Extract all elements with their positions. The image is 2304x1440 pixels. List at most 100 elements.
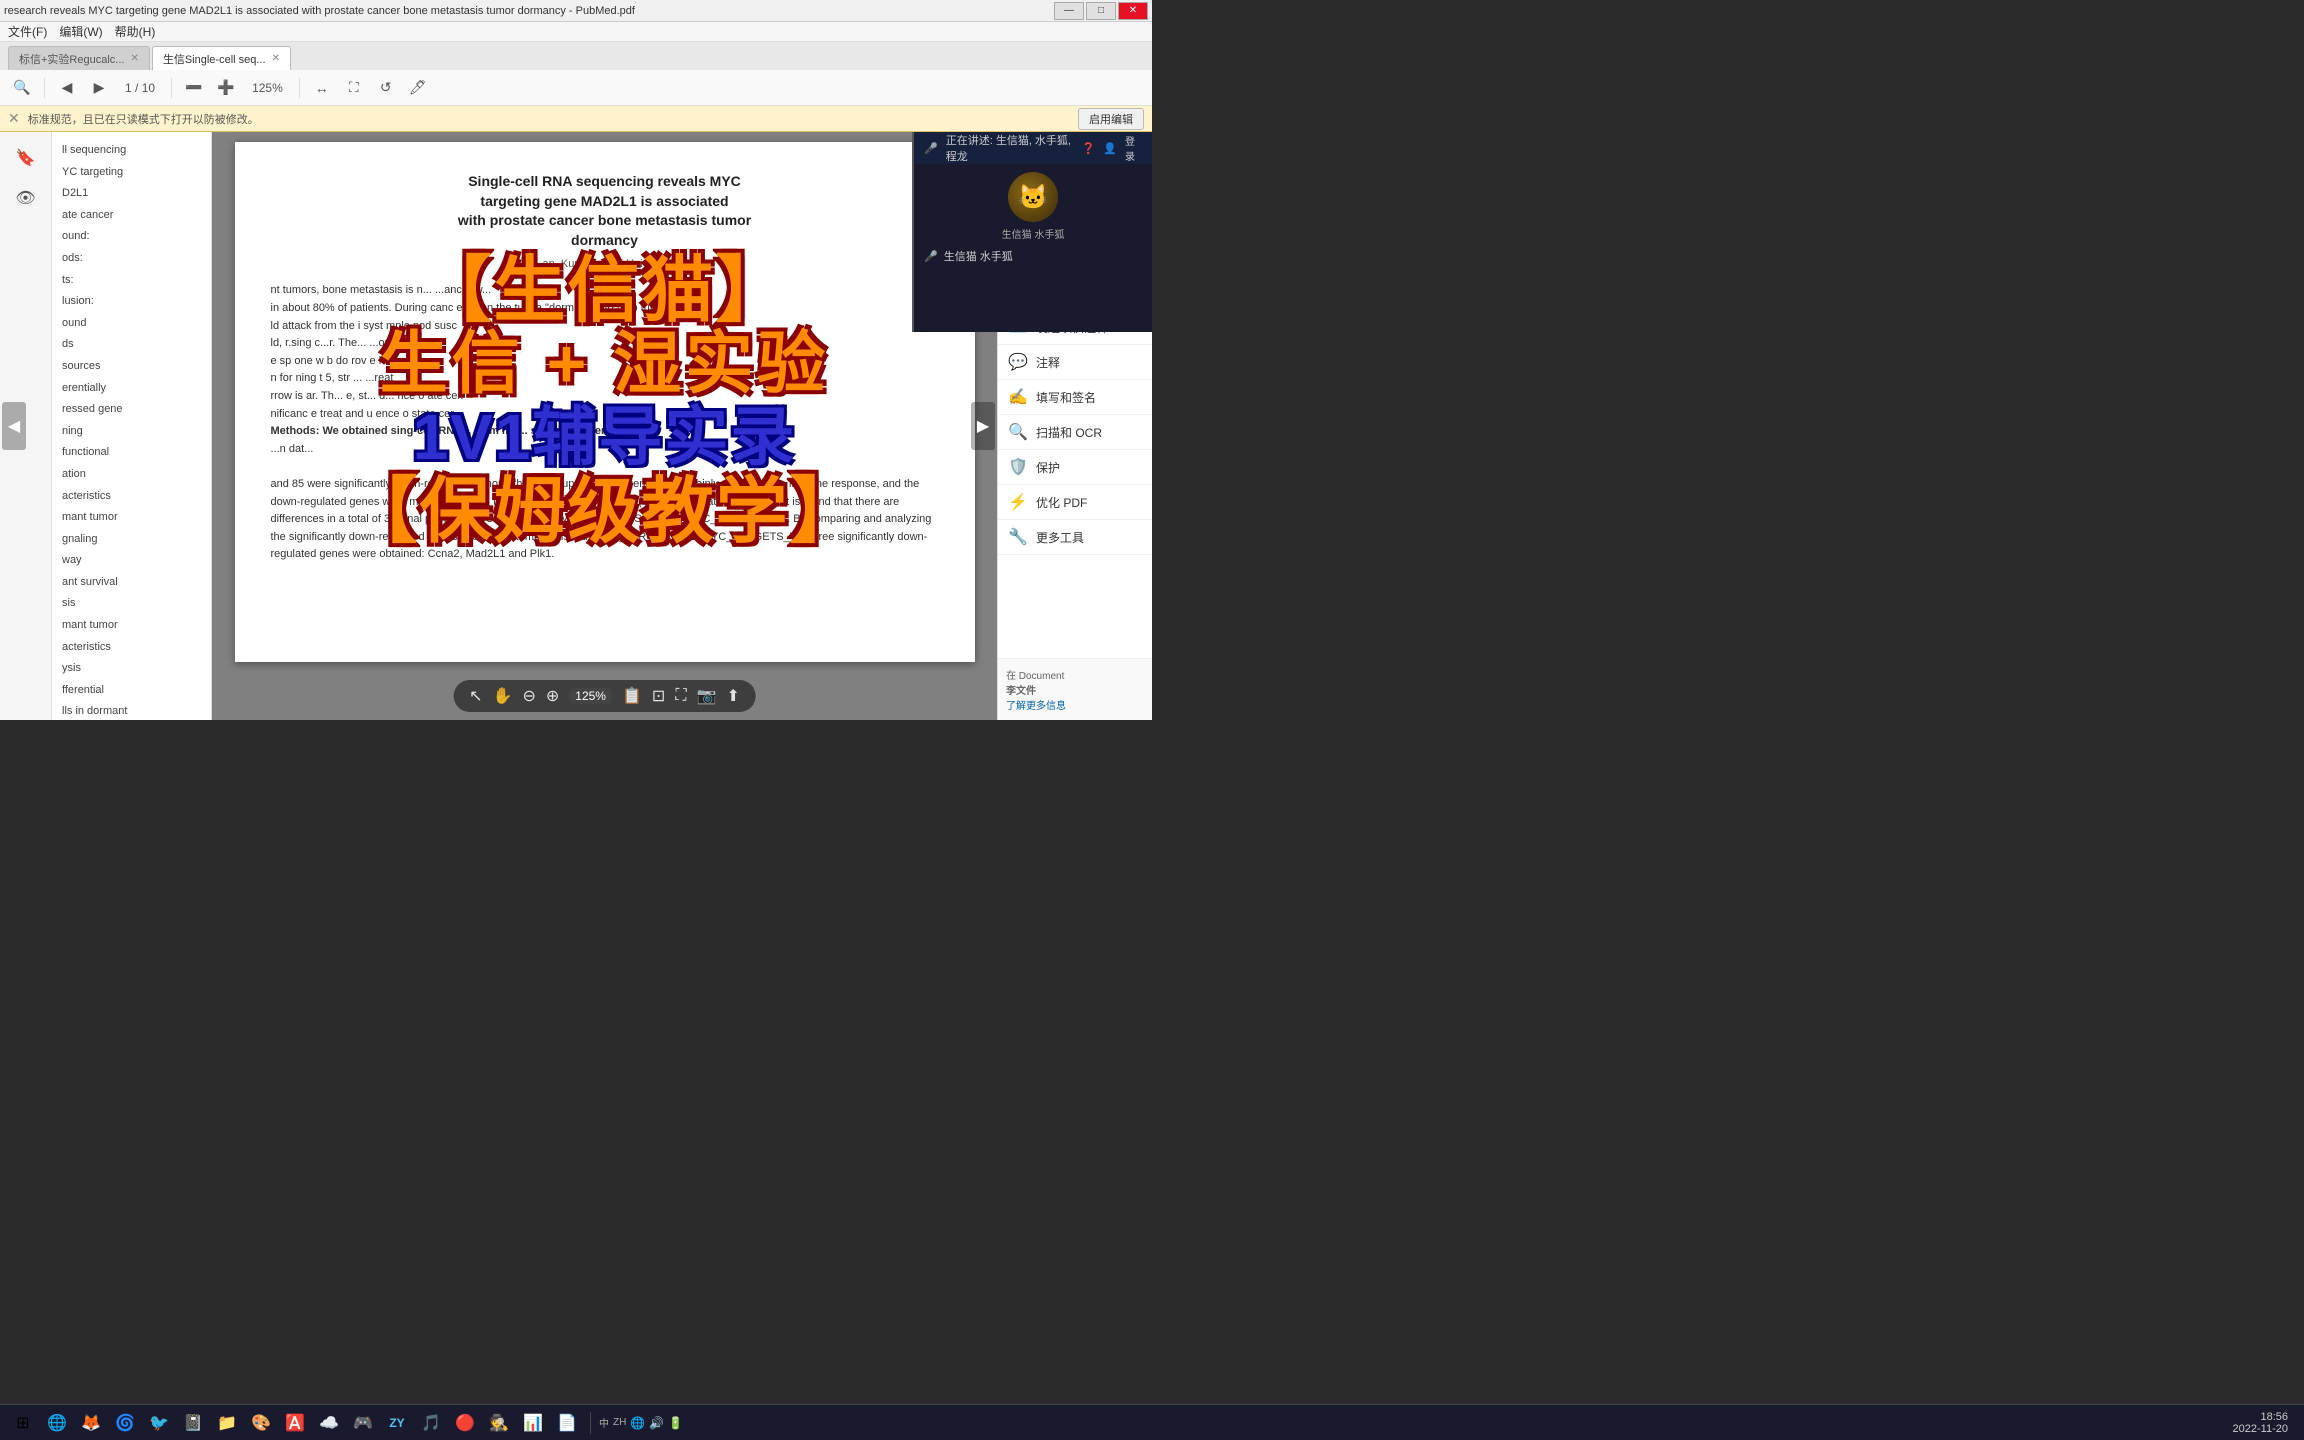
outline-item-12[interactable]: ressed gene <box>58 399 205 421</box>
pdf-tool-snapshot[interactable]: 📷 <box>697 686 717 706</box>
tab-1[interactable]: 生信Single-cell seq... ✕ <box>152 46 291 70</box>
outline-item-22[interactable]: mant tumor <box>58 615 205 637</box>
video-header: 🎤 正在讲述: 生信猫, 水手狐, 程龙 ❓ 👤 登录 <box>914 132 1152 164</box>
outline-item-0[interactable]: ll sequencing <box>58 140 205 162</box>
sign-icon: ✍️ <box>1008 387 1028 407</box>
menu-help[interactable]: 帮助(H) <box>115 23 156 40</box>
doc-more-info[interactable]: 了解更多信息 <box>1006 697 1144 712</box>
outline-item-2[interactable]: D2L1 <box>58 183 205 205</box>
fit-width-button[interactable]: ↔ <box>308 75 336 101</box>
pdf-tool-select[interactable]: ↖ <box>469 686 482 706</box>
outline-item-15[interactable]: ation <box>58 464 205 486</box>
right-panel-optimize[interactable]: ⚡ 优化 PDF <box>998 485 1152 520</box>
right-panel-comment[interactable]: 💬 注释 <box>998 345 1152 380</box>
taskbar-ai[interactable]: 🅰️ <box>280 1409 310 1437</box>
outline-item-3[interactable]: ate cancer <box>58 205 205 227</box>
pdf-viewer: Single-cell RNA sequencing reveals MYC t… <box>212 132 997 720</box>
outline-item-13[interactable]: ning <box>58 421 205 443</box>
outline-item-4[interactable]: ound: <box>58 226 205 248</box>
tools-button[interactable]: 🖊 <box>404 75 432 101</box>
taskbar-zy[interactable]: ZY <box>382 1409 412 1437</box>
outline-item-9[interactable]: ds <box>58 334 205 356</box>
taskbar-spy[interactable]: 🕵️ <box>484 1409 514 1437</box>
taskbar-red[interactable]: 🔴 <box>450 1409 480 1437</box>
taskbar-game[interactable]: 🎮 <box>348 1409 378 1437</box>
prev-page-button[interactable]: ◀ <box>53 75 81 101</box>
search-button[interactable]: 🔍 <box>8 75 36 101</box>
taskbar-music[interactable]: 🎵 <box>416 1409 446 1437</box>
right-panel-protect[interactable]: 🛡️ 保护 <box>998 450 1152 485</box>
panel-expand-arrow[interactable]: ▶ <box>971 402 995 450</box>
pdf-tool-zoom-out[interactable]: ⊖ <box>522 686 535 706</box>
taskbar-twitter[interactable]: 🐦 <box>144 1409 174 1437</box>
outline-item-24[interactable]: ysis <box>58 658 205 680</box>
taskbar-edge[interactable]: 🌀 <box>110 1409 140 1437</box>
battery-icon: 🔋 <box>668 1416 683 1430</box>
menu-edit[interactable]: 编辑(W) <box>59 23 102 40</box>
taskbar-pdf[interactable]: 📄 <box>552 1409 582 1437</box>
pdf-tool-copy[interactable]: 📋 <box>622 686 642 706</box>
right-panel-more-tools[interactable]: 🔧 更多工具 <box>998 520 1152 555</box>
outline-item-19[interactable]: way <box>58 550 205 572</box>
network-icon: 🌐 <box>630 1416 645 1430</box>
close-button[interactable]: ✕ <box>1118 2 1148 20</box>
lang-indicator: ZH <box>613 1417 626 1428</box>
tab-0[interactable]: 标信+实验Regucalc... ✕ <box>8 46 150 70</box>
outline-item-8[interactable]: ound <box>58 313 205 335</box>
outline-item-6[interactable]: ts: <box>58 270 205 292</box>
taskbar-onenote[interactable]: 📓 <box>178 1409 208 1437</box>
outline-item-7[interactable]: lusion: <box>58 291 205 313</box>
title-bar-controls: — □ ✕ <box>1054 2 1148 20</box>
right-panel-sign[interactable]: ✍️ 填写和签名 <box>998 380 1152 415</box>
zoom-in-button[interactable]: ➕ <box>212 75 240 101</box>
sidebar-search-icon[interactable]: 👁 <box>8 180 44 216</box>
right-panel-ocr[interactable]: 🔍 扫描和 OCR <box>998 415 1152 450</box>
ocr-icon: 🔍 <box>1008 422 1028 442</box>
minimize-button[interactable]: — <box>1054 2 1084 20</box>
outline-item-20[interactable]: ant survival <box>58 572 205 594</box>
toolbar-separator-2 <box>171 78 172 98</box>
outline-item-23[interactable]: acteristics <box>58 637 205 659</box>
title-bar-text: research reveals MYC targeting gene MAD2… <box>4 5 1054 17</box>
outline-item-26[interactable]: lls in dormant <box>58 701 205 720</box>
zoom-out-button[interactable]: ➖ <box>180 75 208 101</box>
next-page-button[interactable]: ▶ <box>85 75 113 101</box>
outline-item-5[interactable]: ods: <box>58 248 205 270</box>
tab-1-close[interactable]: ✕ <box>272 53 280 64</box>
start-button[interactable]: ⊞ <box>8 1409 38 1437</box>
maximize-button[interactable]: □ <box>1086 2 1116 20</box>
taskbar-photoshop[interactable]: 🎨 <box>246 1409 276 1437</box>
outline-item-10[interactable]: sources <box>58 356 205 378</box>
outline-item-25[interactable]: fferential <box>58 680 205 702</box>
enable-edit-button[interactable]: 启用编辑 <box>1078 108 1144 130</box>
main-area: 🔖 👁 ll sequencing YC targeting D2L1 ate … <box>0 132 1152 720</box>
login-text[interactable]: 登录 <box>1125 133 1142 163</box>
taskbar-cloud[interactable]: ☁️ <box>314 1409 344 1437</box>
outline-item-18[interactable]: gnaling <box>58 529 205 551</box>
full-screen-button[interactable]: ⛶ <box>340 75 368 101</box>
panel-collapse-arrow[interactable]: ◀ <box>2 402 26 450</box>
pdf-tool-zoom-in[interactable]: ⊕ <box>546 686 559 706</box>
tab-0-close[interactable]: ✕ <box>130 53 138 64</box>
outline-item-1[interactable]: YC targeting <box>58 162 205 184</box>
doc-filename: 李文件 <box>1006 682 1144 697</box>
input-indicator[interactable]: 中 <box>599 1415 609 1430</box>
rotate-button[interactable]: ↺ <box>372 75 400 101</box>
outline-item-21[interactable]: sis <box>58 593 205 615</box>
sidebar-bookmark-icon[interactable]: 🔖 <box>8 140 44 176</box>
pdf-tool-fit[interactable]: ⊡ <box>652 686 665 706</box>
outline-item-16[interactable]: acteristics <box>58 486 205 508</box>
outline-item-14[interactable]: functional <box>58 442 205 464</box>
pdf-tool-more[interactable]: ⬆ <box>726 686 739 706</box>
menu-file[interactable]: 文件(F) <box>8 23 47 40</box>
taskbar-firefox[interactable]: 🦊 <box>76 1409 106 1437</box>
pdf-tool-fullscreen[interactable]: ⛶ <box>675 687 686 705</box>
pdf-tool-hand[interactable]: ✋ <box>493 686 513 706</box>
outline-item-11[interactable]: erentially <box>58 378 205 400</box>
info-close-button[interactable]: ✕ <box>8 110 20 127</box>
taskbar-explorer[interactable]: 📁 <box>212 1409 242 1437</box>
outline-item-17[interactable]: mant tumor <box>58 507 205 529</box>
taskbar-chrome[interactable]: 🌐 <box>42 1409 72 1437</box>
taskbar-excel[interactable]: 📊 <box>518 1409 548 1437</box>
volume-icon[interactable]: 🔊 <box>649 1416 664 1430</box>
